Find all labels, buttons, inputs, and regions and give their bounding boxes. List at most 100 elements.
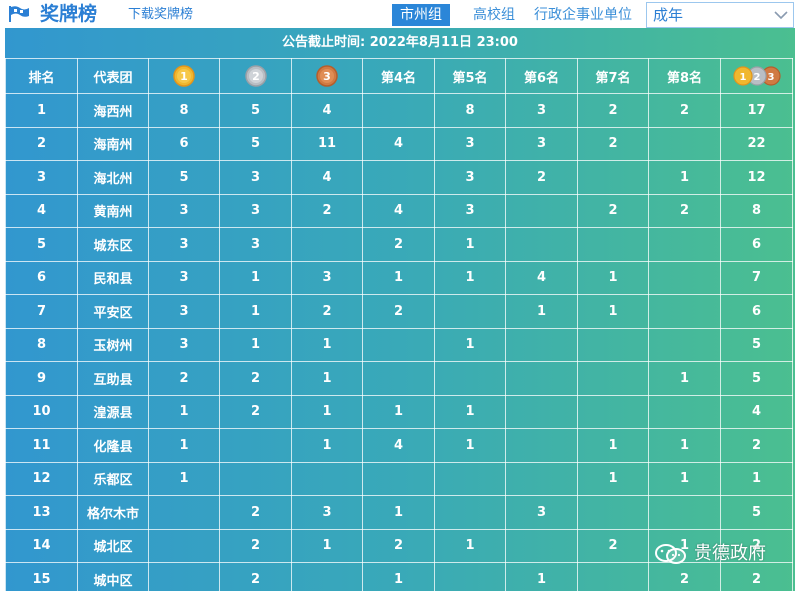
table-cell (362, 160, 435, 195)
table-cell (648, 227, 721, 262)
table-cell (434, 495, 506, 530)
table-cell: 2 (291, 294, 363, 329)
table-cell: 1 (148, 428, 220, 463)
table-cell (434, 562, 506, 591)
column-header-8th: 第8名 (648, 58, 721, 94)
table-cell: 12 (720, 160, 793, 195)
table-cell: 4 (5, 193, 78, 228)
table-row[interactable]: 3 海北州 5 3 4 3 2 1 12 (5, 160, 793, 195)
table-cell (648, 327, 721, 362)
table-cell: 4 (362, 428, 435, 463)
table-cell: 玉树州 (77, 327, 149, 362)
table-cell: 13 (5, 495, 78, 530)
table-row[interactable]: 5 城东区 3 3 2 1 6 (5, 227, 793, 262)
table-cell (434, 461, 506, 496)
watermark-text: 贵德政府 (694, 543, 766, 564)
table-cell: 5 (720, 495, 793, 530)
table-row[interactable]: 6 民和县 3 1 3 1 1 4 1 7 (5, 260, 793, 295)
table-cell: 1 (362, 394, 435, 429)
table-row[interactable]: 12 乐都区 1 1 1 1 (5, 461, 793, 496)
table-cell (505, 327, 578, 362)
table-cell (577, 562, 649, 591)
table-cell: 1 (291, 394, 363, 429)
table-row[interactable]: 13 格尔木市 2 3 1 3 5 (5, 495, 793, 530)
table-cell: 湟源县 (77, 394, 149, 429)
column-header-4th: 第4名 (362, 58, 435, 94)
table-cell: 1 (577, 260, 649, 295)
table-cell (577, 394, 649, 429)
table-row[interactable]: 1 海西州 8 5 4 8 3 2 2 17 (5, 93, 793, 128)
table-cell: 9 (5, 361, 78, 396)
table-cell: 3 (219, 227, 292, 262)
table-cell: 4 (291, 160, 363, 195)
table-cell (219, 428, 292, 463)
column-header-6th: 第6名 (505, 58, 578, 94)
table-cell: 7 (5, 294, 78, 329)
table-cell: 2 (362, 528, 435, 563)
medal-table-body: 1 海西州 8 5 4 8 3 2 2 17 2 海南州 6 5 11 4 3 3 2 22 3 海北州 5 3 4 3 2 1 12 4… (5, 93, 793, 591)
table-row[interactable]: 10 湟源县 1 2 1 1 1 4 (5, 394, 793, 429)
total-bronze-label: 3 (767, 72, 774, 83)
table-cell: 海北州 (77, 160, 149, 195)
table-row[interactable]: 7 平安区 3 1 2 2 1 1 6 (5, 294, 793, 329)
table-cell: 3 (148, 327, 220, 362)
table-cell: 5 (5, 227, 78, 262)
table-cell (648, 495, 721, 530)
table-cell: 2 (577, 193, 649, 228)
table-cell: 2 (720, 428, 793, 463)
table-cell: 8 (5, 327, 78, 362)
table-cell (362, 361, 435, 396)
table-cell: 3 (148, 227, 220, 262)
table-row[interactable]: 2 海南州 6 5 11 4 3 3 2 22 (5, 126, 793, 161)
table-cell (505, 528, 578, 563)
table-row[interactable]: 8 玉树州 3 1 1 1 5 (5, 327, 793, 362)
column-header-total: 3 2 1 (720, 58, 793, 94)
table-cell: 乐都区 (77, 461, 149, 496)
table-cell (148, 562, 220, 591)
table-cell: 14 (5, 528, 78, 563)
download-medal-board-link[interactable]: 下载奖牌榜 (128, 7, 193, 23)
total-medals-icon: 3 2 1 (732, 66, 781, 86)
tab-city-group[interactable]: 市州组 (392, 4, 450, 26)
table-cell: 3 (505, 126, 578, 161)
table-row[interactable]: 4 黄南州 3 3 2 4 3 2 2 8 (5, 193, 793, 228)
table-header-row: 排名 代表团 1 2 3 第4名 第5名 第6名 第7名 第8名 3 2 1 (5, 58, 793, 94)
table-cell (505, 193, 578, 228)
table-cell: 15 (5, 562, 78, 591)
table-cell: 1 (434, 227, 506, 262)
table-cell: 1 (720, 461, 793, 496)
tab-college-group[interactable]: 高校组 (465, 4, 523, 26)
table-cell: 2 (219, 394, 292, 429)
table-cell: 1 (577, 294, 649, 329)
table-cell: 10 (5, 394, 78, 429)
table-cell: 2 (5, 126, 78, 161)
table-cell: 6 (720, 294, 793, 329)
table-cell (505, 461, 578, 496)
total-silver-label: 2 (753, 72, 760, 83)
table-cell: 2 (148, 361, 220, 396)
table-cell (291, 227, 363, 262)
table-cell (648, 126, 721, 161)
table-cell (219, 461, 292, 496)
silver-medal-icon: 2 (244, 65, 267, 87)
table-cell: 2 (219, 495, 292, 530)
table-cell: 3 (148, 193, 220, 228)
column-header-gold: 1 (148, 58, 220, 94)
table-cell: 平安区 (77, 294, 149, 329)
gold-medal-icon: 1 (173, 65, 195, 87)
table-cell: 4 (362, 126, 435, 161)
table-cell: 3 (219, 193, 292, 228)
table-row[interactable]: 9 互助县 2 2 1 1 5 (5, 361, 793, 396)
column-header-5th: 第5名 (434, 58, 506, 94)
table-cell: 1 (434, 528, 506, 563)
table-cell: 2 (577, 126, 649, 161)
table-cell: 1 (434, 260, 506, 295)
table-cell: 1 (291, 428, 363, 463)
table-cell: 3 (219, 160, 292, 195)
chevron-down-icon (774, 11, 788, 20)
table-cell: 1 (148, 394, 220, 429)
category-select[interactable]: 成年 (646, 2, 794, 28)
table-cell: 2 (219, 361, 292, 396)
table-row[interactable]: 11 化隆县 1 1 4 1 1 1 2 (5, 428, 793, 463)
tab-government-units[interactable]: 行政企事业单位 (526, 4, 640, 26)
